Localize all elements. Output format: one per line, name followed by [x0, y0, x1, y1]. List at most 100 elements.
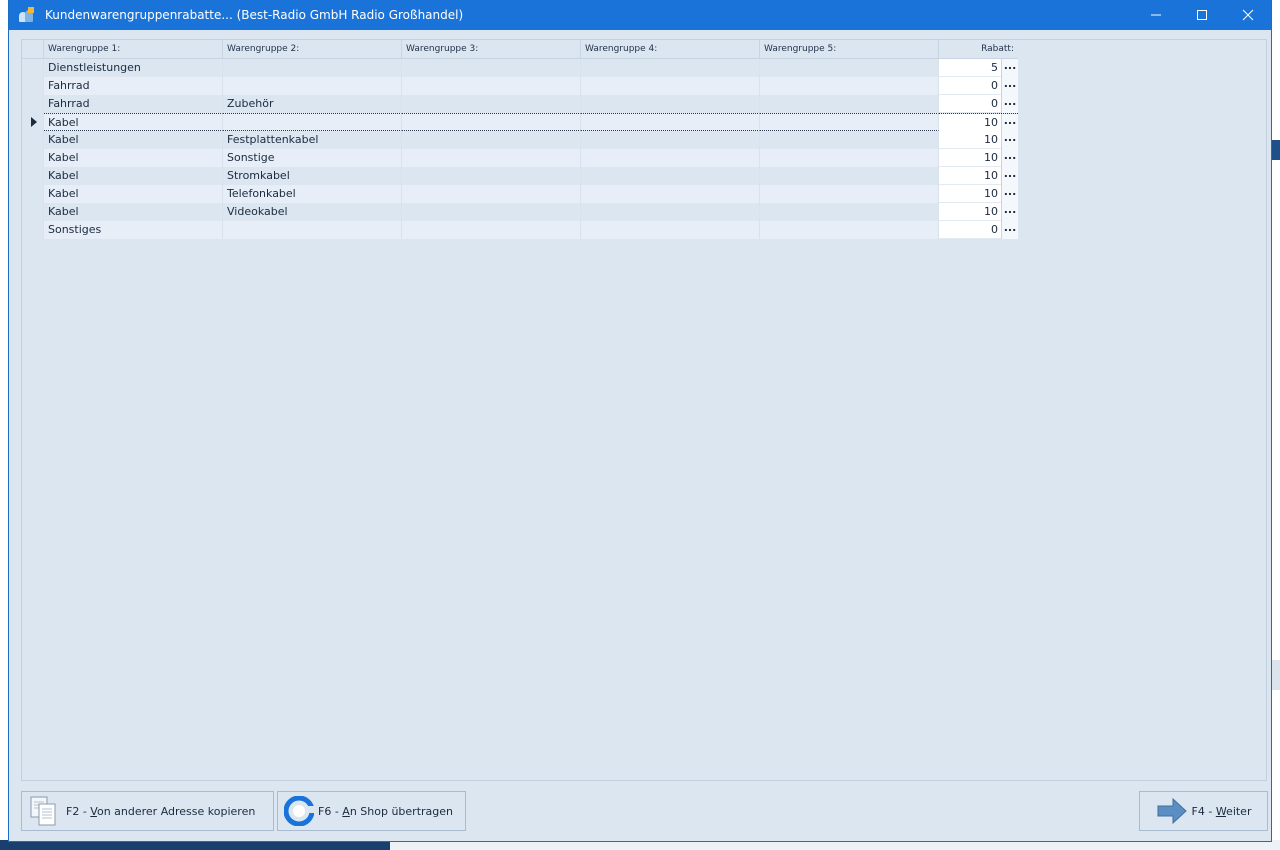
row-indicator[interactable]: [22, 95, 44, 113]
cell-warengruppe-4[interactable]: [581, 95, 760, 113]
cell-warengruppe-1[interactable]: Kabel: [44, 185, 223, 203]
column-header-warengruppe-2[interactable]: Warengruppe 2:: [223, 40, 402, 58]
rabatt-ellipsis-button[interactable]: ...: [1001, 221, 1018, 239]
rabatt-value[interactable]: 0: [939, 221, 1001, 239]
transfer-to-shop-button[interactable]: F6 - An Shop übertragen: [277, 791, 466, 831]
next-button[interactable]: F4 - Weiter: [1139, 791, 1268, 831]
cell-warengruppe-4[interactable]: [581, 221, 760, 239]
cell-warengruppe-3[interactable]: [402, 221, 581, 239]
cell-warengruppe-4[interactable]: [581, 149, 760, 167]
rabatt-ellipsis-button[interactable]: ...: [1001, 114, 1018, 132]
rabatt-value[interactable]: 10: [939, 203, 1001, 221]
table-row[interactable]: Kabel Sonstige 10...: [22, 149, 1018, 167]
cell-warengruppe-5[interactable]: [760, 113, 939, 131]
rabatt-value[interactable]: 0: [939, 95, 1001, 113]
cell-warengruppe-4[interactable]: [581, 113, 760, 131]
row-indicator[interactable]: [22, 203, 44, 221]
column-header-warengruppe-3[interactable]: Warengruppe 3:: [402, 40, 581, 58]
cell-warengruppe-1[interactable]: Sonstiges: [44, 221, 223, 239]
rabatt-value[interactable]: 10: [939, 185, 1001, 203]
table-row[interactable]: Kabel Festplattenkabel 10...: [22, 131, 1018, 149]
table-row[interactable]: Kabel Stromkabel 10...: [22, 167, 1018, 185]
cell-warengruppe-3[interactable]: [402, 149, 581, 167]
cell-warengruppe-4[interactable]: [581, 59, 760, 77]
row-indicator[interactable]: [22, 221, 44, 239]
cell-warengruppe-1[interactable]: Fahrrad: [44, 95, 223, 113]
cell-warengruppe-4[interactable]: [581, 203, 760, 221]
cell-warengruppe-2[interactable]: [223, 59, 402, 77]
rabatt-ellipsis-button[interactable]: ...: [1001, 149, 1018, 167]
cell-warengruppe-3[interactable]: [402, 95, 581, 113]
cell-warengruppe-1[interactable]: Fahrrad: [44, 77, 223, 95]
cell-warengruppe-2[interactable]: Festplattenkabel: [223, 131, 402, 149]
column-header-rabatt[interactable]: Rabatt:: [939, 40, 1018, 58]
cell-warengruppe-2[interactable]: [223, 221, 402, 239]
rabatt-ellipsis-button[interactable]: ...: [1001, 77, 1018, 95]
cell-warengruppe-4[interactable]: [581, 131, 760, 149]
row-indicator[interactable]: [22, 77, 44, 95]
row-indicator[interactable]: [22, 167, 44, 185]
cell-warengruppe-2[interactable]: Sonstige: [223, 149, 402, 167]
rabatt-ellipsis-button[interactable]: ...: [1001, 59, 1018, 77]
cell-warengruppe-3[interactable]: [402, 113, 581, 131]
table-row[interactable]: Kabel Telefonkabel 10...: [22, 185, 1018, 203]
cell-warengruppe-5[interactable]: [760, 203, 939, 221]
table-row[interactable]: Fahrrad Zubehör 0...: [22, 95, 1018, 113]
cell-warengruppe-2[interactable]: Telefonkabel: [223, 185, 402, 203]
discount-grid-area[interactable]: Warengruppe 1: Warengruppe 2: Warengrupp…: [21, 39, 1267, 781]
column-header-warengruppe-4[interactable]: Warengruppe 4:: [581, 40, 760, 58]
cell-warengruppe-4[interactable]: [581, 167, 760, 185]
maximize-button[interactable]: [1179, 0, 1225, 30]
cell-warengruppe-3[interactable]: [402, 185, 581, 203]
rabatt-value[interactable]: 10: [939, 114, 1001, 132]
cell-warengruppe-1[interactable]: Kabel: [44, 113, 223, 131]
cell-warengruppe-2[interactable]: [223, 77, 402, 95]
cell-warengruppe-1[interactable]: Kabel: [44, 131, 223, 149]
rabatt-ellipsis-button[interactable]: ...: [1001, 185, 1018, 203]
cell-warengruppe-2[interactable]: Zubehör: [223, 95, 402, 113]
cell-warengruppe-3[interactable]: [402, 77, 581, 95]
cell-warengruppe-4[interactable]: [581, 185, 760, 203]
row-indicator[interactable]: [22, 113, 44, 131]
cell-warengruppe-5[interactable]: [760, 95, 939, 113]
copy-from-address-button[interactable]: F2 - Von anderer Adresse kopieren: [21, 791, 274, 831]
cell-warengruppe-5[interactable]: [760, 221, 939, 239]
cell-warengruppe-4[interactable]: [581, 77, 760, 95]
title-bar[interactable]: Kundenwarengruppenrabatte... (Best-Radio…: [9, 0, 1271, 30]
rabatt-ellipsis-button[interactable]: ...: [1001, 203, 1018, 221]
cell-warengruppe-5[interactable]: [760, 167, 939, 185]
cell-warengruppe-1[interactable]: Kabel: [44, 167, 223, 185]
cell-warengruppe-2[interactable]: Videokabel: [223, 203, 402, 221]
close-button[interactable]: [1225, 0, 1271, 30]
table-row[interactable]: Sonstiges 0...: [22, 221, 1018, 239]
rabatt-value[interactable]: 0: [939, 77, 1001, 95]
minimize-button[interactable]: [1133, 0, 1179, 30]
table-row[interactable]: Fahrrad 0...: [22, 77, 1018, 95]
cell-warengruppe-3[interactable]: [402, 131, 581, 149]
table-row[interactable]: Kabel 10...: [22, 113, 1018, 133]
row-indicator[interactable]: [22, 185, 44, 203]
cell-warengruppe-2[interactable]: [223, 113, 402, 131]
cell-warengruppe-5[interactable]: [760, 77, 939, 95]
cell-warengruppe-3[interactable]: [402, 59, 581, 77]
rabatt-value[interactable]: 10: [939, 131, 1001, 149]
rabatt-value[interactable]: 5: [939, 59, 1001, 77]
cell-warengruppe-1[interactable]: Kabel: [44, 203, 223, 221]
rabatt-ellipsis-button[interactable]: ...: [1001, 95, 1018, 113]
rabatt-ellipsis-button[interactable]: ...: [1001, 131, 1018, 149]
table-row[interactable]: Dienstleistungen 5...: [22, 59, 1018, 77]
cell-warengruppe-5[interactable]: [760, 59, 939, 77]
rabatt-value[interactable]: 10: [939, 149, 1001, 167]
rabatt-value[interactable]: 10: [939, 167, 1001, 185]
rabatt-ellipsis-button[interactable]: ...: [1001, 167, 1018, 185]
row-indicator[interactable]: [22, 149, 44, 167]
column-header-warengruppe-5[interactable]: Warengruppe 5:: [760, 40, 939, 58]
cell-warengruppe-5[interactable]: [760, 149, 939, 167]
cell-warengruppe-1[interactable]: Kabel: [44, 149, 223, 167]
cell-warengruppe-3[interactable]: [402, 167, 581, 185]
row-indicator[interactable]: [22, 59, 44, 77]
cell-warengruppe-3[interactable]: [402, 203, 581, 221]
row-indicator[interactable]: [22, 131, 44, 149]
table-row[interactable]: Kabel Videokabel 10...: [22, 203, 1018, 221]
cell-warengruppe-1[interactable]: Dienstleistungen: [44, 59, 223, 77]
